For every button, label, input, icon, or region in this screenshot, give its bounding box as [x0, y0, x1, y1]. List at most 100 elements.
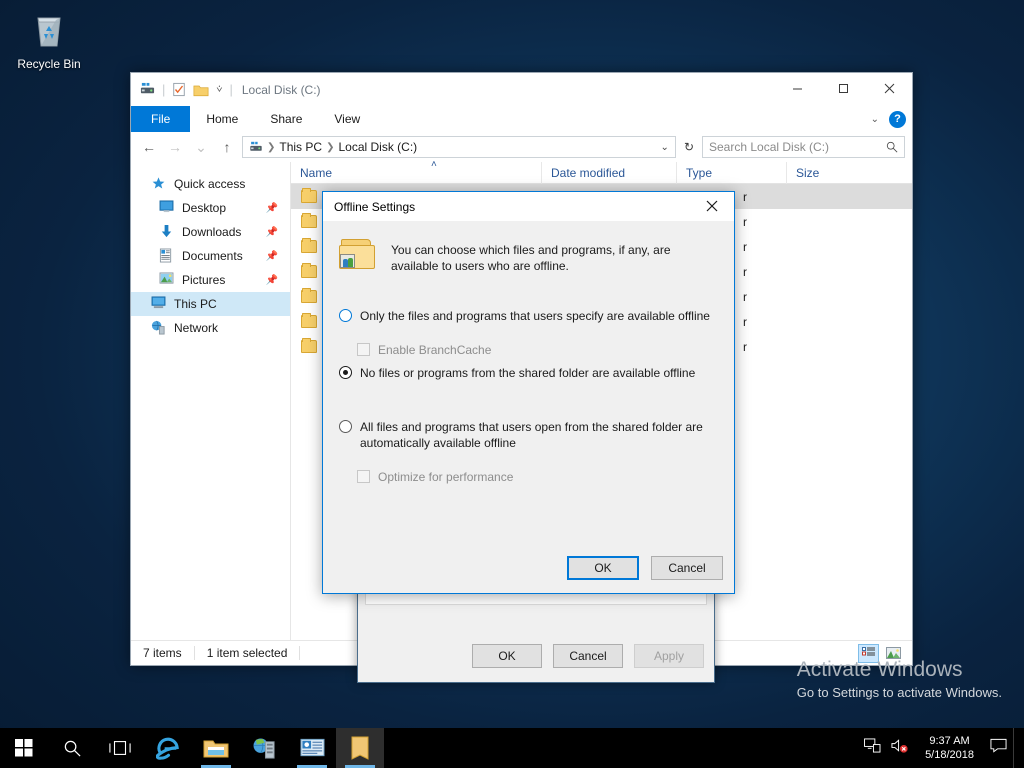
pin-icon[interactable]: 📌: [266, 203, 278, 214]
clock-time: 9:37 AM: [929, 735, 970, 747]
sidebar-item-label: This PC: [174, 297, 217, 311]
new-folder-icon[interactable]: [193, 83, 209, 97]
breadcrumb-item-local-disk[interactable]: Local Disk (C:): [338, 140, 417, 154]
show-desktop-button[interactable]: [1013, 728, 1024, 768]
customize-dropdown-icon[interactable]: ⩒: [216, 84, 222, 95]
action-center-icon: [990, 738, 1007, 753]
sidebar-item-network[interactable]: Network: [131, 316, 290, 340]
breadcrumb-separator-2: ❯: [326, 141, 335, 153]
documents-icon: [159, 248, 175, 264]
desktop-icon-recycle-bin[interactable]: Recycle Bin: [6, 10, 92, 71]
offline-settings-dialog: Offline Settings You can choose which fi…: [322, 191, 735, 594]
pin-icon[interactable]: 📌: [266, 251, 278, 262]
option-label: Optimize for performance: [378, 470, 514, 484]
offline-cancel-button[interactable]: Cancel: [651, 556, 723, 580]
properties-ok-button[interactable]: OK: [472, 644, 542, 668]
properties-cancel-button[interactable]: Cancel: [553, 644, 623, 668]
pin-icon[interactable]: 📌: [266, 275, 278, 286]
properties-icon[interactable]: [140, 82, 155, 97]
column-header-date-modified[interactable]: Date modified: [541, 161, 676, 184]
column-header-name[interactable]: Name: [291, 162, 541, 184]
option-no-files[interactable]: No files or programs from the shared fol…: [339, 365, 718, 381]
folder-window-button[interactable]: [336, 728, 384, 768]
volume-muted-icon[interactable]: [891, 738, 909, 759]
sidebar-item-desktop[interactable]: Desktop 📌: [131, 196, 290, 220]
sidebar-item-label: Downloads: [182, 225, 242, 239]
clock-date: 5/18/2018: [925, 749, 974, 761]
offline-dialog-title: Offline Settings: [334, 199, 416, 214]
breadcrumb-dropdown[interactable]: ⌄: [661, 142, 672, 153]
sidebar-item-this-pc[interactable]: This PC: [131, 292, 290, 316]
option-enable-branchcache: Enable BranchCache: [357, 342, 718, 358]
folder-icon: [301, 238, 317, 253]
radio-all-files[interactable]: [339, 420, 352, 433]
network-icon[interactable]: [864, 738, 881, 758]
search-button[interactable]: [48, 728, 96, 768]
task-view-button[interactable]: [96, 728, 144, 768]
internet-explorer-button[interactable]: [144, 728, 192, 768]
internet-explorer-icon: [155, 737, 179, 760]
powerpoint-button[interactable]: [288, 728, 336, 768]
sidebar-item-quick-access[interactable]: Quick access: [131, 172, 290, 196]
shared-folder-users-icon: [339, 239, 377, 271]
up-button[interactable]: ↑: [216, 136, 238, 158]
maximize-button[interactable]: [820, 73, 866, 104]
sidebar-item-label: Pictures: [182, 273, 226, 287]
server-manager-icon: [252, 737, 275, 759]
minimize-button[interactable]: [774, 73, 820, 104]
properties-apply-button: Apply: [634, 644, 704, 668]
ribbon-right-controls: ⌄ ?: [871, 106, 906, 132]
search-input[interactable]: Search Local Disk (C:): [702, 136, 905, 158]
checkbox-optimize-performance: [357, 470, 370, 483]
action-center-button[interactable]: [990, 738, 1007, 759]
option-optimize-performance: Optimize for performance: [357, 469, 718, 485]
pictures-icon: [159, 272, 175, 288]
offline-dialog-titlebar: Offline Settings: [323, 192, 734, 221]
close-button[interactable]: [866, 73, 912, 104]
column-headers: Name Date modified Type Size ˄: [291, 159, 912, 184]
desktop-icon-label: Recycle Bin: [17, 57, 81, 71]
column-header-size[interactable]: Size: [786, 161, 866, 184]
offline-dialog-close-button[interactable]: [690, 192, 734, 220]
clock[interactable]: 9:37 AM 5/18/2018: [919, 734, 980, 762]
breadcrumb-item-this-pc[interactable]: This PC: [279, 140, 322, 154]
forward-button[interactable]: →: [164, 136, 186, 158]
qat-separator: |: [162, 82, 166, 97]
tab-file[interactable]: File: [131, 106, 191, 132]
address-bar: ← → ⌄ ↑ ❯ This PC ❯ Local Disk (C:) ⌄ ↻ …: [131, 132, 912, 162]
server-manager-button[interactable]: [240, 728, 288, 768]
row-type: r: [743, 314, 747, 329]
start-button[interactable]: [0, 728, 48, 768]
sidebar-item-downloads[interactable]: Downloads 📌: [131, 220, 290, 244]
desktop-icon: [159, 200, 175, 216]
pin-icon[interactable]: 📌: [266, 227, 278, 238]
folder-icon: [301, 288, 317, 303]
recycle-bin-icon: [37, 17, 61, 47]
offline-ok-button[interactable]: OK: [567, 556, 639, 580]
network-monitor-icon: [864, 738, 881, 753]
tab-view[interactable]: View: [318, 106, 376, 132]
breadcrumb[interactable]: ❯ This PC ❯ Local Disk (C:) ⌄: [242, 136, 676, 158]
sidebar-item-pictures[interactable]: Pictures 📌: [131, 268, 290, 292]
collapse-ribbon-icon[interactable]: ⌄: [871, 114, 879, 125]
file-explorer-button[interactable]: [192, 728, 240, 768]
radio-only-specified[interactable]: [339, 309, 352, 322]
search-icon: [64, 740, 81, 757]
radio-no-files[interactable]: [339, 366, 352, 379]
back-button[interactable]: ←: [138, 136, 160, 158]
powerpoint-icon: [299, 738, 325, 757]
row-type: r: [743, 264, 747, 279]
taskbar: 9:37 AM 5/18/2018: [0, 728, 1024, 768]
tab-share[interactable]: Share: [254, 106, 318, 132]
help-icon[interactable]: ?: [889, 110, 906, 128]
qat-separator-2: |: [229, 82, 233, 97]
refresh-button[interactable]: ↻: [680, 140, 698, 154]
ribbon-tabs: File Home Share View ⌄ ?: [131, 106, 912, 132]
option-all-files[interactable]: All files and programs that users open f…: [339, 419, 718, 451]
checklist-icon[interactable]: [172, 82, 186, 97]
option-only-specified[interactable]: Only the files and programs that users s…: [339, 308, 718, 324]
recent-locations-button[interactable]: ⌄: [190, 136, 212, 158]
column-header-type[interactable]: Type: [676, 161, 786, 184]
tab-home[interactable]: Home: [190, 106, 254, 132]
sidebar-item-documents[interactable]: Documents 📌: [131, 244, 290, 268]
